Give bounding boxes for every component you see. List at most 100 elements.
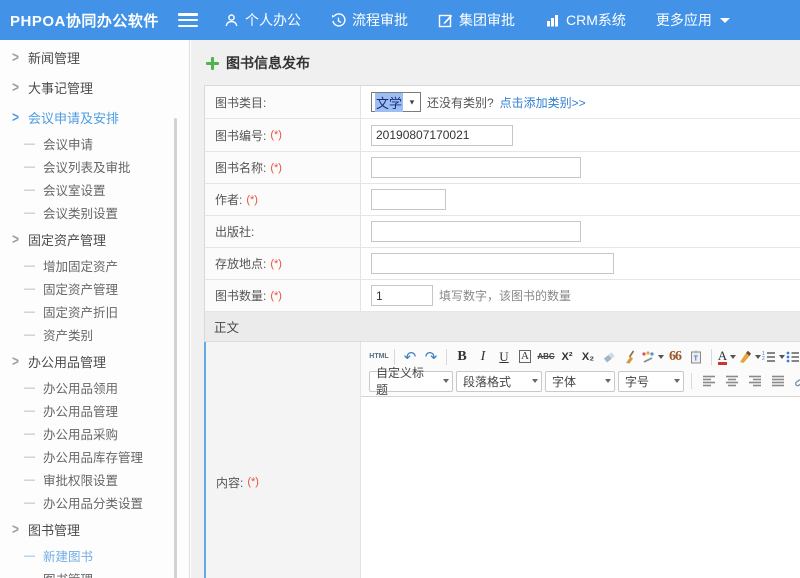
auto-typeset-button[interactable] bbox=[641, 347, 664, 367]
publisher-input[interactable] bbox=[371, 221, 581, 242]
sidebar-item-meeting-apply[interactable]: —会议申请 bbox=[0, 132, 189, 155]
format-match-button[interactable] bbox=[620, 347, 640, 367]
paragraph-format-select[interactable]: 段落格式 bbox=[456, 371, 542, 392]
align-right-button[interactable] bbox=[745, 371, 765, 391]
sidebar-item-supplies-requisition[interactable]: —办公用品领用 bbox=[0, 376, 189, 399]
book-name-input[interactable] bbox=[371, 157, 581, 178]
form-row-storage-location: 存放地点: (*) bbox=[204, 248, 800, 280]
sidebar-item-supplies-category[interactable]: —办公用品分类设置 bbox=[0, 491, 189, 514]
required-mark: (*) bbox=[270, 162, 282, 174]
subscript-button[interactable]: X₂ bbox=[578, 347, 598, 367]
sidebar-group-memorabilia[interactable]: >大事记管理 bbox=[0, 72, 189, 102]
sidebar-group-news[interactable]: >新闻管理 bbox=[0, 42, 189, 72]
top-navigation-bar: PHPOA协同办公软件 个人办公 流程审批 集团审批 bbox=[0, 0, 800, 40]
book-category-select[interactable]: 文学 ▼ bbox=[371, 92, 421, 112]
sidebar-item-approval-permission[interactable]: —审批权限设置 bbox=[0, 468, 189, 491]
form-row-book-name: 图书名称: (*) bbox=[204, 152, 800, 184]
nav-group-approval[interactable]: 集团审批 bbox=[438, 10, 515, 30]
align-justify-button[interactable] bbox=[768, 371, 788, 391]
font-color-button[interactable]: A bbox=[717, 347, 737, 367]
broom-icon bbox=[623, 350, 637, 364]
nav-workflow-approval[interactable]: 流程审批 bbox=[331, 10, 408, 30]
sidebar-group-fixed-assets[interactable]: >固定资产管理 bbox=[0, 224, 189, 254]
highlight-color-button[interactable] bbox=[738, 347, 761, 367]
sidebar-item-book-mgmt[interactable]: —图书管理 bbox=[0, 567, 189, 578]
font-border-button[interactable]: A bbox=[519, 350, 531, 363]
italic-button[interactable]: I bbox=[473, 347, 493, 367]
form-row-content: 内容: (*) HTML ↶ ↷ B I bbox=[204, 342, 800, 578]
field-label: 作者: bbox=[215, 191, 242, 208]
sidebar-group-office-supplies[interactable]: >办公用品管理 bbox=[0, 346, 189, 376]
required-mark: (*) bbox=[246, 194, 258, 206]
add-category-link[interactable]: 点击添加类别>> bbox=[500, 94, 586, 111]
required-mark: (*) bbox=[270, 129, 282, 141]
sidebar-item-new-book[interactable]: —新建图书 bbox=[0, 544, 189, 567]
nav-label: 更多应用 bbox=[656, 10, 712, 30]
history-clock-icon bbox=[331, 13, 346, 28]
quantity-hint: 填写数字，该图书的数量 bbox=[439, 287, 571, 304]
sidebar: >新闻管理 >大事记管理 >会议申请及安排 —会议申请 —会议列表及审批 —会议… bbox=[0, 40, 190, 578]
superscript-button[interactable]: X² bbox=[557, 347, 577, 367]
underline-button[interactable]: U bbox=[494, 347, 514, 367]
caret-down-icon bbox=[720, 18, 730, 23]
font-size-select[interactable]: 字号 bbox=[618, 371, 684, 392]
typeset-pencil-icon bbox=[641, 350, 655, 364]
sidebar-item-fixed-asset-mgmt[interactable]: —固定资产管理 bbox=[0, 277, 189, 300]
align-center-button[interactable] bbox=[722, 371, 742, 391]
caret-down-icon bbox=[755, 355, 761, 359]
paste-plain-button[interactable]: T bbox=[686, 347, 706, 367]
nav-label: 个人办公 bbox=[245, 10, 301, 30]
editor-toolbar: HTML ↶ ↷ B I U A ABC X² X₂ bbox=[361, 342, 800, 397]
sidebar-item-meeting-category-setting[interactable]: —会议类别设置 bbox=[0, 201, 189, 224]
marker-pen-icon bbox=[738, 350, 752, 364]
storage-location-input[interactable] bbox=[371, 253, 614, 274]
nav-more-apps[interactable]: 更多应用 bbox=[656, 10, 730, 30]
align-left-button[interactable] bbox=[699, 371, 719, 391]
font-family-select[interactable]: 字体 bbox=[545, 371, 615, 392]
sidebar-item-meeting-list-approval[interactable]: —会议列表及审批 bbox=[0, 155, 189, 178]
bullet-list-icon bbox=[786, 350, 800, 364]
sidebar-scrollbar-thumb[interactable] bbox=[174, 118, 177, 578]
sidebar-item-supplies-mgmt[interactable]: —办公用品管理 bbox=[0, 399, 189, 422]
field-label: 出版社: bbox=[215, 223, 254, 240]
sidebar-item-asset-category[interactable]: —资产类别 bbox=[0, 323, 189, 346]
caret-down-icon bbox=[443, 379, 449, 383]
align-right-icon bbox=[748, 374, 762, 388]
eraser-icon bbox=[602, 350, 616, 364]
page-title: 图书信息发布 bbox=[206, 49, 310, 77]
strikethrough-button[interactable]: ABC bbox=[536, 347, 556, 367]
nav-crm-system[interactable]: CRM系统 bbox=[545, 10, 626, 30]
field-label: 图书数量: bbox=[215, 287, 266, 304]
select-arrow-icon: ▼ bbox=[408, 98, 416, 106]
caret-down-icon bbox=[532, 379, 538, 383]
field-label: 存放地点: bbox=[215, 255, 266, 272]
blockquote-button[interactable]: 66 bbox=[665, 347, 685, 367]
sidebar-item-meeting-room-setting[interactable]: —会议室设置 bbox=[0, 178, 189, 201]
sidebar-item-supplies-inventory[interactable]: —办公用品库存管理 bbox=[0, 445, 189, 468]
book-quantity-input[interactable] bbox=[371, 285, 433, 306]
editor-content-area[interactable] bbox=[361, 397, 800, 578]
book-number-input[interactable] bbox=[371, 125, 513, 146]
caret-down-icon bbox=[730, 355, 736, 359]
sidebar-group-books[interactable]: >图书管理 bbox=[0, 514, 189, 544]
author-input[interactable] bbox=[371, 189, 446, 210]
sidebar-item-add-fixed-asset[interactable]: —增加固定资产 bbox=[0, 254, 189, 277]
sidebar-group-meeting[interactable]: >会议申请及安排 bbox=[0, 102, 189, 132]
unordered-list-button[interactable] bbox=[786, 347, 800, 367]
editor-toolbar-row-2: 自定义标题 段落格式 字体 bbox=[369, 368, 800, 394]
sidebar-item-supplies-purchase[interactable]: —办公用品采购 bbox=[0, 422, 189, 445]
remove-format-button[interactable] bbox=[599, 347, 619, 367]
svg-text:2: 2 bbox=[762, 356, 765, 362]
form-row-publisher: 出版社: bbox=[204, 216, 800, 248]
link-icon bbox=[794, 374, 800, 388]
hamburger-menu-icon[interactable] bbox=[178, 13, 198, 27]
field-label: 内容: bbox=[216, 474, 243, 491]
nav-label: 集团审批 bbox=[459, 10, 515, 30]
bold-button[interactable]: B bbox=[452, 347, 472, 367]
sidebar-item-fixed-asset-depreciation[interactable]: —固定资产折旧 bbox=[0, 300, 189, 323]
nav-label: 流程审批 bbox=[352, 10, 408, 30]
ordered-list-button[interactable]: 12 bbox=[762, 347, 785, 367]
insert-link-button[interactable] bbox=[791, 371, 800, 391]
nav-personal-office[interactable]: 个人办公 bbox=[224, 10, 301, 30]
custom-title-select[interactable]: 自定义标题 bbox=[369, 371, 453, 392]
